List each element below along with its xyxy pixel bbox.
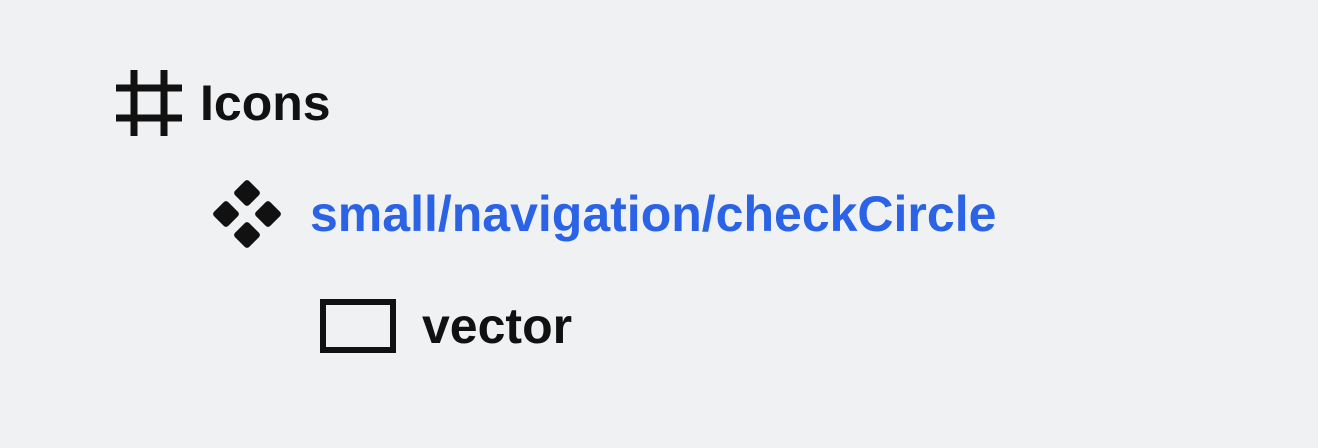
vector-rectangle-icon [318,296,398,356]
layers-panel: Icons small/navigation/checkCircle vecto… [0,0,1318,448]
layer-row-vector[interactable]: vector [318,281,572,371]
layer-name-component: small/navigation/checkCircle [310,186,997,242]
layer-row-component[interactable]: small/navigation/checkCircle [210,169,996,259]
frame-hash-icon [112,66,186,140]
component-diamonds-icon [210,177,284,251]
layer-name: Icons [200,75,331,131]
layer-row-frame[interactable]: Icons [112,58,331,148]
layer-name: vector [422,298,573,354]
